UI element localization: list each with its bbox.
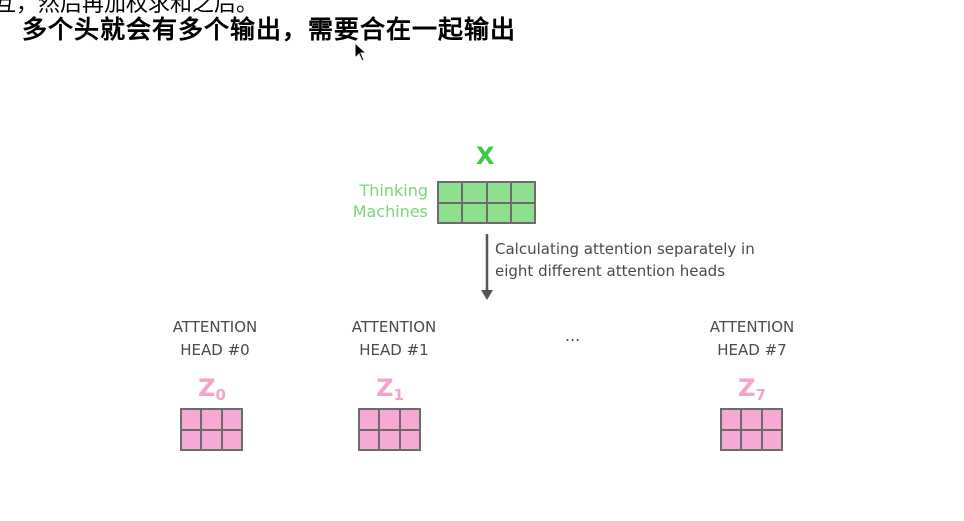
- output-label-subscript: 0: [215, 386, 226, 404]
- head-title-line: HEAD #1: [359, 341, 429, 359]
- process-note-line: eight different attention heads: [495, 262, 726, 280]
- down-arrow-icon: [481, 234, 493, 300]
- output-label-z7: Z7: [722, 374, 782, 404]
- matrix-cell: [201, 409, 222, 430]
- output-label-subscript: 1: [393, 386, 404, 404]
- matrix-cell: [721, 409, 742, 430]
- input-word: Thinking: [359, 181, 428, 200]
- head-title-line: ATTENTION: [709, 318, 795, 336]
- matrix-cell: [462, 182, 487, 203]
- matrix-cell: [741, 409, 762, 430]
- matrix-cell: [721, 429, 742, 450]
- matrix-cell: [379, 429, 400, 450]
- caption-text: 多个头就会有多个输出，需要合在一起输出: [22, 15, 517, 44]
- matrix-cell: [359, 429, 380, 450]
- matrix-cell: [741, 429, 762, 450]
- input-words: Thinking Machines: [334, 180, 428, 222]
- matrix-cell: [181, 429, 202, 450]
- ellipsis: ...: [565, 326, 581, 345]
- matrix-cell: [181, 409, 202, 430]
- input-word: Machines: [352, 202, 428, 221]
- matrix-cell: [510, 182, 535, 203]
- head-title-0: ATTENTION HEAD #0: [145, 316, 285, 362]
- output-matrix-z1: [358, 408, 421, 451]
- head-title-line: ATTENTION: [351, 318, 437, 336]
- output-label-letter: Z: [738, 374, 756, 402]
- output-label-letter: Z: [376, 374, 394, 402]
- matrix-cell: [201, 429, 222, 450]
- output-label-z1: Z1: [360, 374, 420, 404]
- matrix-cell: [761, 429, 782, 450]
- matrix-cell: [359, 409, 380, 430]
- matrix-cell: [399, 429, 420, 450]
- head-title-1: ATTENTION HEAD #1: [324, 316, 464, 362]
- matrix-cell: [438, 182, 463, 203]
- input-matrix: [437, 181, 536, 224]
- input-matrix-label: X: [476, 142, 495, 170]
- matrix-cell: [221, 429, 242, 450]
- mouse-cursor-icon: [354, 42, 368, 62]
- matrix-cell: [510, 202, 535, 223]
- matrix-cell: [379, 409, 400, 430]
- process-note-line: Calculating attention separately in: [495, 240, 755, 258]
- output-matrix-z7: [720, 408, 783, 451]
- process-note: Calculating attention separately in eigh…: [495, 238, 755, 282]
- head-title-line: ATTENTION: [172, 318, 258, 336]
- matrix-cell: [399, 409, 420, 430]
- head-title-line: HEAD #0: [180, 341, 250, 359]
- head-title-line: HEAD #7: [717, 341, 787, 359]
- matrix-cell: [438, 202, 463, 223]
- matrix-cell: [462, 202, 487, 223]
- matrix-cell: [486, 182, 511, 203]
- output-label-subscript: 7: [755, 386, 766, 404]
- matrix-cell: [761, 409, 782, 430]
- output-label-z0: Z0: [182, 374, 242, 404]
- matrix-cell: [486, 202, 511, 223]
- output-matrix-z0: [180, 408, 243, 451]
- output-label-letter: Z: [198, 374, 216, 402]
- matrix-cell: [221, 409, 242, 430]
- head-title-7: ATTENTION HEAD #7: [682, 316, 822, 362]
